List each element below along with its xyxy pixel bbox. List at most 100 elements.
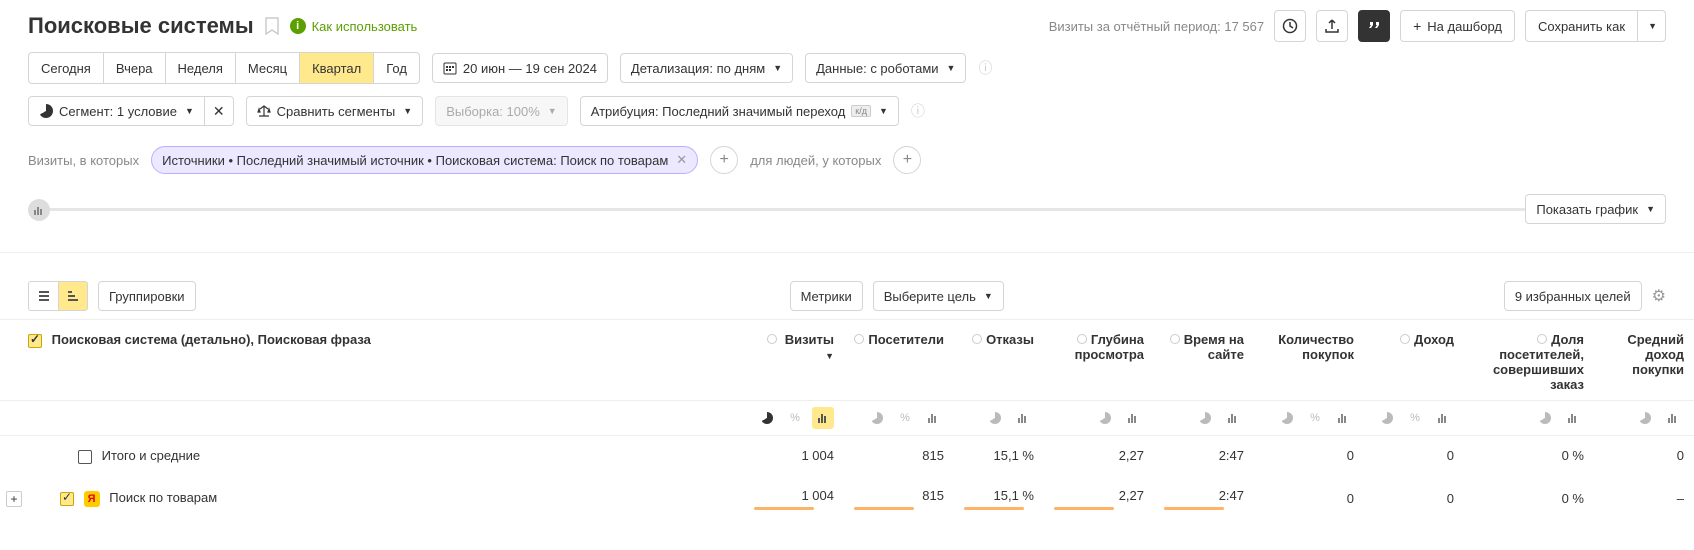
date-range-button[interactable]: 20 июн — 19 сен 2024 [432, 53, 608, 83]
col-visitors[interactable]: Посетители [868, 332, 944, 347]
period-yesterday[interactable]: Вчера [104, 53, 166, 83]
col-radio[interactable] [1170, 334, 1180, 344]
help-icon[interactable]: ⓘ [978, 58, 992, 78]
percent-view-icon[interactable]: % [894, 407, 916, 429]
col-visits[interactable]: Визиты [785, 332, 834, 347]
save-as-button[interactable]: Сохранить как [1525, 10, 1637, 42]
pie-view-icon[interactable] [1376, 407, 1398, 429]
pie-view-icon[interactable] [866, 407, 888, 429]
bars-view-icon[interactable] [922, 407, 944, 429]
col-avg-income[interactable]: Средний доход покупки [1627, 332, 1684, 377]
col-radio[interactable] [1537, 334, 1547, 344]
pie-view-icon[interactable] [1534, 407, 1556, 429]
col-bounces[interactable]: Отказы [986, 332, 1034, 347]
col-income[interactable]: Доход [1414, 332, 1454, 347]
bars-view-icon[interactable] [1562, 407, 1584, 429]
export-icon[interactable] [1316, 10, 1348, 42]
data-mode-button[interactable]: Данные: с роботами ▼ [805, 53, 966, 83]
sampling-button: Выборка: 100% ▼ [435, 96, 568, 126]
row-checkbox[interactable] [78, 450, 92, 464]
add-dashboard-button[interactable]: + На дашборд [1400, 10, 1515, 42]
bars-icon [34, 205, 44, 215]
favorite-goals-label: 9 избранных целей [1515, 289, 1631, 304]
pie-view-icon[interactable] [1634, 407, 1656, 429]
segment-button[interactable]: Сегмент: 1 условие ▼ [29, 97, 204, 125]
percent-view-icon[interactable]: % [1304, 407, 1326, 429]
chevron-down-icon: ▼ [773, 63, 782, 73]
cell-value: 0 [1294, 448, 1354, 463]
col-time[interactable]: Время на сайте [1184, 332, 1244, 362]
calendar-icon [443, 61, 457, 75]
segment-clear[interactable]: ✕ [205, 103, 233, 120]
gear-icon[interactable]: ⚙ [1652, 286, 1666, 306]
attribution-badge: к/д [851, 105, 871, 117]
bars-view-icon[interactable] [1222, 407, 1244, 429]
bars-view-icon[interactable] [1012, 407, 1034, 429]
table-row-total: Итого и средние 1 004 815 15,1 % 2,27 2:… [0, 436, 1694, 476]
help-icon[interactable]: ⓘ [911, 101, 925, 121]
bars-view-icon[interactable] [1432, 407, 1454, 429]
period-today[interactable]: Сегодня [29, 53, 104, 83]
date-range-label: 20 июн — 19 сен 2024 [463, 61, 597, 76]
groupings-button[interactable]: Группировки [98, 281, 196, 311]
metrics-label: Метрики [801, 289, 852, 304]
pie-view-icon[interactable] [984, 407, 1006, 429]
compare-segments-button[interactable]: Сравнить сегменты ▼ [246, 96, 424, 126]
view-flat-button[interactable] [58, 281, 88, 311]
col-radio[interactable] [1077, 334, 1087, 344]
row-checkbox[interactable] [60, 492, 74, 506]
col-purchases[interactable]: Количество покупок [1278, 332, 1354, 362]
add-dashboard-label: На дашборд [1427, 19, 1502, 34]
attribution-button[interactable]: Атрибуция: Последний значимый переход к/… [580, 96, 899, 126]
pie-view-icon[interactable] [1094, 407, 1116, 429]
bars-view-icon[interactable] [812, 407, 834, 429]
favorite-goals-button[interactable]: 9 избранных целей [1504, 281, 1642, 311]
choose-goal-button[interactable]: Выберите цель ▼ [873, 281, 1004, 311]
expand-button[interactable]: + [6, 491, 22, 507]
period-year[interactable]: Год [374, 53, 419, 83]
cell-value: 0 [1394, 491, 1454, 506]
show-graph-button[interactable]: Показать график ▼ [1525, 194, 1666, 224]
bars-view-icon[interactable] [1332, 407, 1354, 429]
chevron-down-icon: ▼ [1648, 21, 1657, 31]
period-week[interactable]: Неделя [166, 53, 236, 83]
chip-remove[interactable]: ✕ [676, 152, 687, 168]
view-tree-button[interactable] [28, 281, 58, 311]
col-radio[interactable] [767, 334, 777, 344]
detail-button[interactable]: Детализация: по дням ▼ [620, 53, 793, 83]
pie-view-icon[interactable] [756, 407, 778, 429]
percent-view-icon[interactable]: % [1404, 407, 1426, 429]
percent-view-icon[interactable]: % [784, 407, 806, 429]
detail-label: Детализация: по дням [631, 61, 765, 76]
col-radio[interactable] [1400, 334, 1410, 344]
metrics-button[interactable]: Метрики [790, 281, 863, 311]
period-quarter[interactable]: Квартал [300, 53, 374, 83]
filter-add-2[interactable]: + [893, 146, 921, 174]
col-radio[interactable] [854, 334, 864, 344]
cell-value: 2:47 [1184, 448, 1244, 463]
timeline-slider-track[interactable] [38, 208, 1656, 211]
sampling-label: Выборка: 100% [446, 104, 540, 119]
how-to-use-link[interactable]: i Как использовать [290, 18, 418, 34]
period-month[interactable]: Месяц [236, 53, 300, 83]
chevron-down-icon: ▼ [403, 106, 412, 116]
pie-view-icon[interactable] [1194, 407, 1216, 429]
pie-view-icon[interactable] [1276, 407, 1298, 429]
compare-label: Сравнить сегменты [277, 104, 396, 119]
col-radio[interactable] [972, 334, 982, 344]
period-group: Сегодня Вчера Неделя Месяц Квартал Год [28, 52, 420, 84]
cell-value: 0 [1294, 491, 1354, 506]
chevron-down-icon: ▼ [879, 106, 888, 116]
dimension-checkbox[interactable] [28, 334, 42, 348]
quote-icon[interactable] [1358, 10, 1390, 42]
bookmark-icon[interactable] [264, 17, 280, 35]
total-label: Итого и средние [102, 448, 200, 463]
save-as-dropdown[interactable]: ▼ [1637, 10, 1666, 42]
sort-desc-icon: ▼ [825, 351, 834, 361]
bars-view-icon[interactable] [1662, 407, 1684, 429]
history-icon[interactable] [1274, 10, 1306, 42]
bars-view-icon[interactable] [1122, 407, 1144, 429]
filter-add-1[interactable]: + [710, 146, 738, 174]
filter-chip[interactable]: Источники • Последний значимый источник … [151, 146, 698, 174]
timeline-slider-handle[interactable] [28, 199, 50, 221]
